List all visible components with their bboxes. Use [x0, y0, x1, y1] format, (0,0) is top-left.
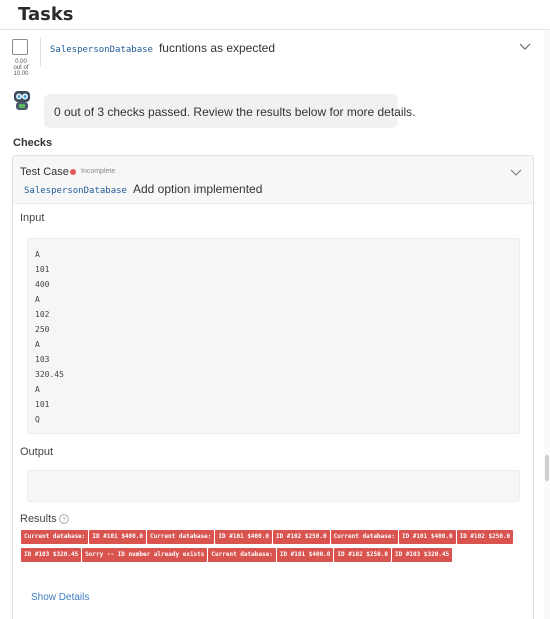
input-line: A — [35, 250, 40, 259]
result-badge: Sorry -- ID number already exists — [82, 548, 208, 562]
result-badge: ID #101 $400.0 — [215, 530, 272, 544]
result-badge: ID #103 $320.45 — [391, 548, 453, 562]
input-line: 101 — [35, 400, 50, 409]
bot-message: 0 out of 3 checks passed. Review the res… — [44, 94, 416, 128]
output-box — [27, 470, 520, 502]
robot-icon — [14, 91, 30, 110]
task-title-text: fucntions as expected — [158, 41, 276, 55]
test-case-label: Test Case — [20, 166, 69, 178]
svg-text:?: ? — [62, 516, 66, 523]
input-line: 250 — [35, 325, 50, 334]
help-icon[interactable]: ? — [59, 514, 69, 524]
result-badge: Current database: — [330, 530, 398, 544]
task-title: SalespersonDatabase fucntions as expected — [50, 41, 275, 55]
bot-feedback: 0 out of 3 checks passed. Review the res… — [10, 88, 416, 130]
scrollbar[interactable] — [544, 30, 550, 619]
chevron-down-icon[interactable] — [519, 42, 531, 52]
checks-heading: Checks — [13, 137, 53, 149]
result-badge: ID #102 $250.0 — [456, 530, 514, 544]
page-title: Tasks — [18, 4, 74, 25]
test-case-card: Test Case Incomplete SalespersonDatabase… — [12, 155, 534, 619]
results-list: Current database: ID #101 $400.0 Current d… — [21, 530, 521, 566]
task-row: 0.00 out of 10.00 SalespersonDatabase fuc… — [0, 31, 544, 81]
task-class-name: SalespersonDatabase — [50, 45, 153, 55]
task-checkbox[interactable] — [12, 39, 28, 55]
scrollbar-thumb[interactable] — [545, 455, 549, 481]
task-divider — [40, 37, 41, 67]
input-box: A 101 400 A 102 250 A 103 320.45 A 101 Q — [27, 238, 520, 434]
input-line: 320.45 — [35, 370, 64, 379]
chevron-down-icon[interactable] — [510, 168, 522, 177]
input-line: 103 — [35, 355, 50, 364]
input-line: 102 — [35, 310, 50, 319]
tasks-header: Tasks — [0, 0, 550, 30]
result-badge: ID #101 $400.0 — [276, 548, 334, 562]
input-line: 400 — [35, 280, 50, 289]
result-badge: ID #103 $320.45 — [21, 548, 82, 562]
result-badge: Current database: — [21, 530, 89, 544]
test-case-header[interactable]: Test Case Incomplete SalespersonDatabase… — [13, 156, 533, 204]
result-badge: ID #101 $400.0 — [89, 530, 146, 544]
result-badge: ID #101 $400.0 — [399, 530, 456, 544]
show-details-link[interactable]: Show Details — [31, 592, 89, 603]
input-line: A — [35, 340, 40, 349]
result-badge: ID #102 $250.0 — [273, 530, 330, 544]
results-label: Results — [20, 513, 57, 525]
status-badge: Incomplete — [81, 168, 116, 175]
input-line: Q — [35, 415, 40, 424]
task-score: 0.00 out of 10.00 — [6, 59, 36, 77]
result-badge: Current database: — [147, 530, 215, 544]
status-dot-icon — [70, 169, 76, 175]
result-badge: ID #102 $250.0 — [334, 548, 391, 562]
output-label: Output — [20, 446, 54, 458]
test-case-title-text: Add option implemented — [132, 182, 263, 196]
result-badge: Current database: — [208, 548, 276, 562]
test-case-title: SalespersonDatabase Add option implemente… — [24, 182, 262, 196]
score-max: 10.00 — [13, 71, 29, 77]
input-line: A — [35, 385, 40, 394]
input-label: Input — [20, 212, 45, 224]
input-line: A — [35, 295, 40, 304]
test-case-class-name: SalespersonDatabase — [24, 186, 127, 196]
input-line: 101 — [35, 265, 50, 274]
